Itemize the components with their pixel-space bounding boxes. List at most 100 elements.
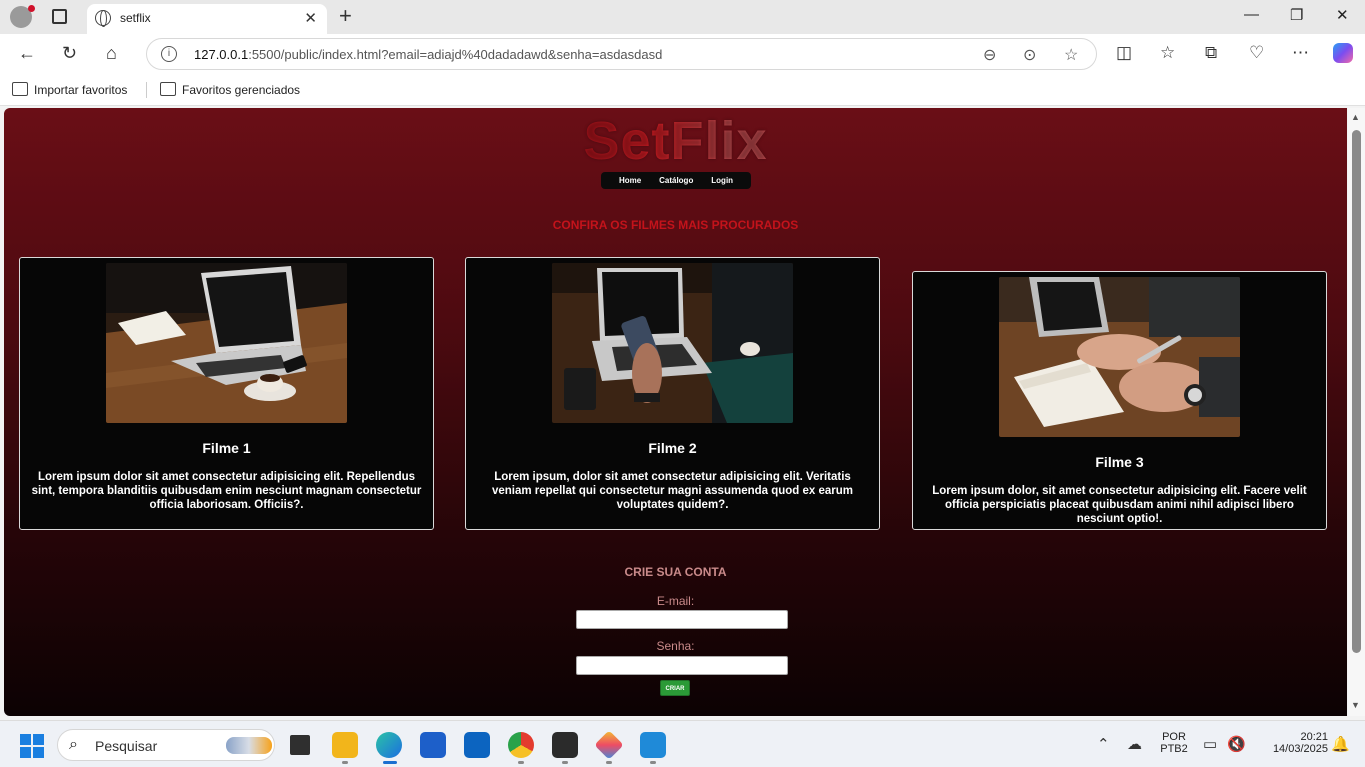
favorite-import[interactable]: Importar favoritos — [34, 83, 127, 97]
logo-text: SetFlix — [583, 111, 768, 171]
outlook-icon[interactable] — [464, 732, 490, 758]
password-field[interactable] — [576, 656, 788, 675]
site-info-icon[interactable]: i — [161, 46, 177, 62]
movie-title: Filme 3 — [1095, 454, 1144, 470]
file-explorer-icon[interactable] — [332, 732, 358, 758]
movie-thumbnail — [552, 263, 793, 423]
volume-muted-icon[interactable]: 🔇 — [1227, 735, 1246, 753]
language-code: POR — [1162, 731, 1186, 743]
windows-start-icon[interactable] — [20, 734, 44, 758]
favorite-managed[interactable]: Favoritos gerenciados — [182, 83, 300, 97]
edge-icon[interactable] — [376, 732, 402, 758]
movie-title: Filme 2 — [648, 440, 697, 456]
create-account-button[interactable]: CRIAR — [660, 680, 690, 696]
movie-card[interactable]: Filme 1 Lorem ipsum dolor sit amet conse… — [19, 257, 434, 530]
profile-avatar-icon[interactable] — [10, 5, 35, 28]
movie-description: Lorem ipsum, dolor sit amet consectetur … — [491, 471, 854, 511]
globe-icon — [95, 10, 111, 27]
search-icon: ⌕ — [69, 736, 78, 753]
favorites-bar: Importar favoritos Favoritos gerenciados — [0, 74, 1365, 106]
window-close-icon[interactable]: ✕ — [1336, 6, 1349, 24]
nav-catalog[interactable]: Catálogo — [659, 176, 693, 185]
email-label: E-mail: — [656, 594, 695, 608]
app-running-indicator — [606, 761, 612, 764]
movie-description: Lorem ipsum dolor, sit amet consectetur … — [932, 485, 1307, 525]
search-highlight-icon — [226, 737, 272, 754]
email-field[interactable] — [576, 610, 788, 629]
windows-taskbar: ⌕ Pesquisar ⌃ ☁ POR PTB2 ▭ 🔇 20:21 14/03… — [0, 720, 1365, 767]
close-tab-icon[interactable]: ✕ — [304, 9, 317, 27]
browser-tab-setflix[interactable]: setflix ✕ — [87, 4, 327, 34]
read-aloud-icon[interactable]: ⊙ — [1023, 45, 1036, 65]
new-tab-icon[interactable]: + — [339, 3, 352, 29]
scroll-up-icon[interactable]: ▲ — [1351, 112, 1360, 122]
favorites-icon[interactable]: ☆ — [1160, 43, 1175, 63]
split-screen-icon[interactable]: ◫ — [1116, 43, 1132, 63]
browser-tab-strip: setflix ✕ + — ❐ ✕ — [0, 0, 1365, 34]
more-menu-icon[interactable]: ⋯ — [1292, 43, 1309, 63]
tab-actions-icon[interactable] — [52, 9, 67, 24]
site-nav: Home Catálogo Login — [601, 172, 751, 189]
page-scrollbar[interactable]: ▲ ▼ — [1348, 108, 1365, 716]
clock-date: 14/03/2025 — [1272, 743, 1328, 755]
git-client-icon[interactable] — [594, 730, 624, 760]
back-arrow-icon[interactable]: ← — [18, 43, 36, 64]
url-text[interactable]: 127.0.0.1:5500/public/index.html?email=a… — [194, 47, 662, 62]
network-icon[interactable]: ▭ — [1203, 735, 1217, 753]
scrollbar-thumb[interactable] — [1352, 130, 1361, 653]
reload-icon[interactable]: ↻ — [62, 43, 77, 64]
movie-card[interactable]: Filme 3 Lorem ipsum dolor, sit amet cons… — [912, 271, 1327, 530]
keyboard-language[interactable]: POR PTB2 — [1158, 731, 1190, 755]
movie-description: Lorem ipsum dolor sit amet consectetur a… — [31, 471, 422, 511]
site-logo: SetFlix — [4, 110, 1347, 172]
app-running-indicator — [562, 761, 568, 764]
movies-section-title: CONFIRA OS FILMES MAIS PROCURADOS — [552, 218, 799, 232]
browser-essentials-icon[interactable]: ♡ — [1249, 43, 1264, 63]
movie-title: Filme 1 — [202, 440, 251, 456]
address-bar[interactable]: i 127.0.0.1:5500/public/index.html?email… — [146, 38, 1097, 70]
store-icon[interactable] — [420, 732, 446, 758]
app-running-indicator — [650, 761, 656, 764]
app-running-indicator — [342, 761, 348, 764]
search-placeholder: Pesquisar — [95, 738, 158, 754]
app-active-indicator — [383, 761, 397, 764]
browser-toolbar: ← ↻ ⌂ i 127.0.0.1:5500/public/index.html… — [0, 34, 1365, 74]
favorite-star-icon[interactable]: ☆ — [1064, 45, 1078, 65]
movie-thumbnail — [999, 277, 1240, 437]
password-label: Senha: — [656, 639, 695, 653]
nav-login[interactable]: Login — [711, 176, 733, 185]
nav-home[interactable]: Home — [619, 176, 641, 185]
clock-time: 20:21 — [1300, 731, 1328, 743]
scroll-down-icon[interactable]: ▼ — [1351, 700, 1360, 710]
minimize-icon[interactable]: — — [1244, 6, 1259, 23]
folder-icon — [160, 82, 176, 96]
notifications-bell-icon[interactable]: 🔔 — [1331, 735, 1350, 753]
task-view-icon[interactable] — [287, 732, 313, 758]
movie-card[interactable]: Filme 2 Lorem ipsum, dolor sit amet cons… — [465, 257, 880, 530]
import-favorites-icon — [12, 82, 28, 96]
clock[interactable]: 20:21 14/03/2025 — [1256, 731, 1328, 755]
url-path: :5500/public/index.html?email=adiajd%40d… — [248, 47, 663, 62]
chrome-icon[interactable] — [508, 732, 534, 758]
laptop-phone-image — [552, 263, 793, 423]
vscode-icon[interactable] — [640, 732, 666, 758]
terminal-icon[interactable] — [552, 732, 578, 758]
taskbar-search[interactable]: ⌕ Pesquisar — [57, 729, 275, 761]
copilot-icon[interactable] — [1333, 43, 1353, 63]
notebook-writing-image — [999, 277, 1240, 437]
url-host: 127.0.0.1 — [194, 47, 249, 62]
restore-icon[interactable]: ❐ — [1290, 6, 1303, 24]
cloud-offline-icon[interactable]: ☁ — [1127, 735, 1142, 753]
home-icon[interactable]: ⌂ — [106, 43, 117, 64]
app-running-indicator — [518, 761, 524, 764]
signup-title: CRIE SUA CONTA — [624, 565, 727, 579]
favorites-divider — [146, 82, 147, 98]
show-hidden-icons-icon[interactable]: ⌃ — [1097, 735, 1110, 753]
layout-code: PTB2 — [1160, 743, 1188, 755]
laptop-desk-image — [106, 263, 347, 423]
zoom-out-icon[interactable]: ⊖ — [983, 45, 996, 65]
tab-title: setflix — [120, 11, 151, 25]
movie-thumbnail — [106, 263, 347, 423]
page-viewport: SetFlix Home Catálogo Login CONFIRA OS F… — [4, 108, 1347, 716]
collections-icon[interactable]: ⧉ — [1205, 43, 1217, 63]
